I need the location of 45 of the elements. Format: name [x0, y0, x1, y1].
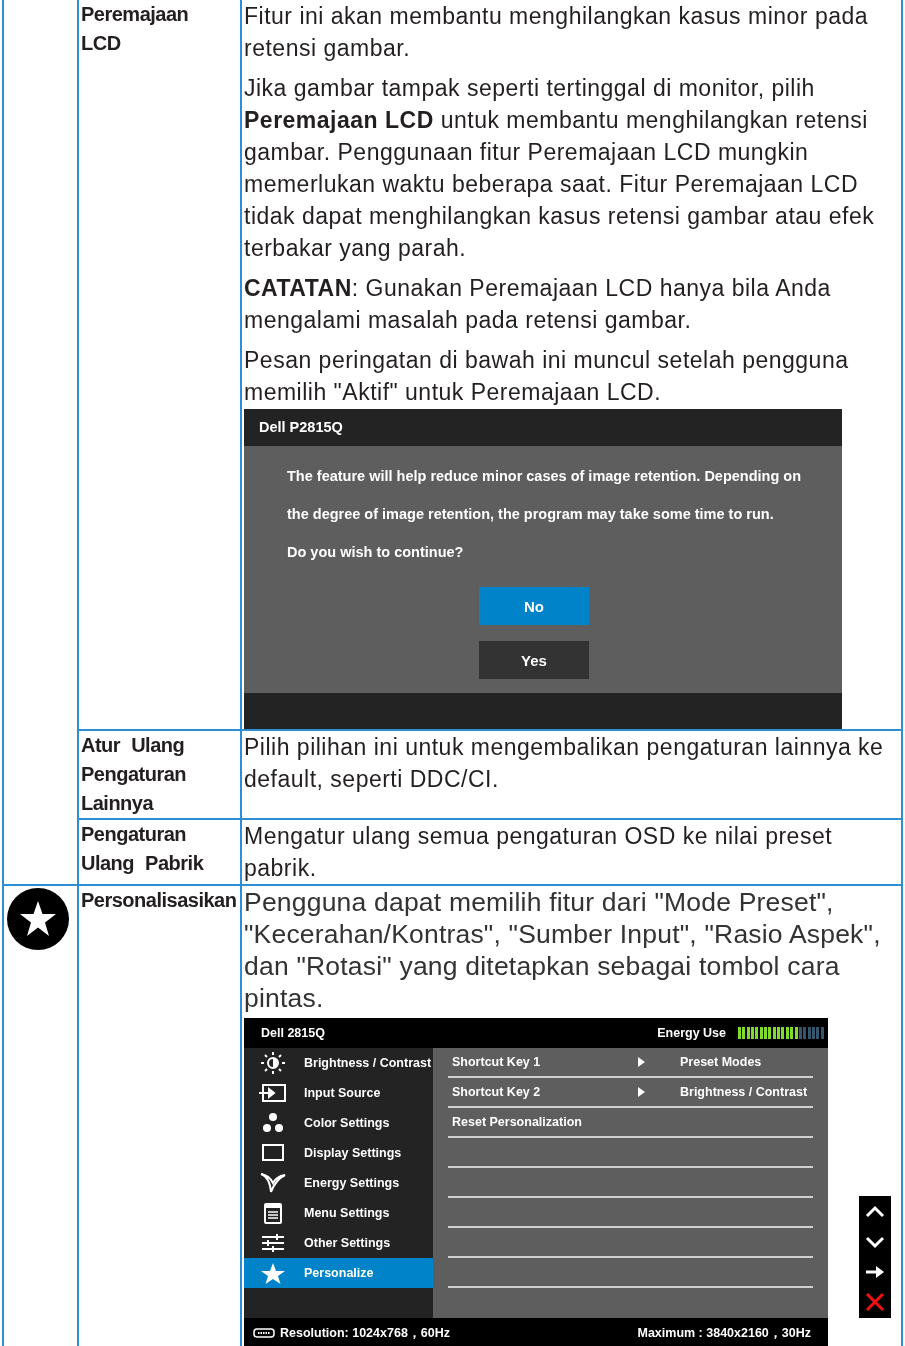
energy-use-label: Energy Use	[657, 1026, 726, 1040]
dialog-button[interactable]: No	[479, 587, 589, 625]
setting-label: Atur Ulang Pengaturan Lainnya	[80, 733, 188, 816]
osd-menu-item[interactable]: Menu Settings	[244, 1198, 433, 1228]
submenu-arrow-icon	[638, 1057, 646, 1067]
close-icon[interactable]	[864, 1291, 886, 1313]
setting-label: Peremajaan LCD	[80, 2, 190, 56]
description-text: Mengatur ulang semua pengaturan OSD ke nilai preset pabrik.	[244, 822, 834, 883]
option-row[interactable]: Shortcut Key 1 Preset Modes	[448, 1048, 813, 1078]
description-text: Jika gambar tampak seperti tertinggal di monitor, pilih Peremajaan LCD untuk membantu menghilangkan retensi gambar. Penggunaan fitur Peremajaan LCD mungkin memerlukan waktu beberapa saat. Fitur Peremajaan LCD tidak dapat menghilangkan kasus retensi gambar atau efek terbakar yang parah.	[244, 74, 876, 263]
setting-label: Personalisasikan	[80, 888, 238, 913]
option-value: Preset Modes	[680, 1055, 762, 1069]
osd-menu-item[interactable]: Energy Settings	[244, 1168, 433, 1198]
input-source-icon	[258, 1082, 288, 1104]
description-text: Pengguna dapat memilih fitur dari "Mode Preset", "Kecerahan/Kontras", "Sumber Input", "Rasio Aspek", dan "Rotasi" yang ditetapkan sebagai tombol cara pintas.	[244, 886, 882, 1014]
dialog-message: Do you wish to continue?	[287, 543, 464, 562]
description-text: Fitur ini akan membantu menghilangkan kasus minor pada retensi gambar.	[244, 2, 870, 63]
setting-label: Pengaturan Ulang Pabrik	[80, 822, 205, 876]
brightness-icon	[258, 1052, 288, 1074]
description-text: CATATAN: Gunakan Peremajaan LCD hanya bila Anda mengalami masalah pada retensi gambar.	[244, 274, 832, 335]
dialog-message: The feature will help reduce minor cases of image retention. Depending on	[287, 467, 802, 486]
option-row[interactable]: Shortcut Key 2 Brightness / Contrast	[448, 1078, 813, 1108]
description-text: Pesan peringatan di bawah ini muncul setelah pengguna memilih "Aktif" untuk Peremajaan LCD.	[244, 346, 850, 407]
description-text: Pilih pilihan ini untuk mengembalikan pengaturan lainnya ke default, seperti DDC/CI.	[244, 733, 885, 794]
submenu-arrow-icon	[638, 1087, 646, 1097]
resolution-text: Resolution: 1024x768，60Hz	[280, 1324, 450, 1342]
osd-menu-item[interactable]: Brightness / Contrast	[244, 1048, 433, 1078]
osd-menu-item[interactable]: Input Source	[244, 1078, 433, 1108]
option-label[interactable]: Reset Personalization	[452, 1115, 638, 1129]
osd-menu-item[interactable]: Personalize	[244, 1258, 433, 1288]
option-label[interactable]: Shortcut Key 1	[452, 1055, 638, 1069]
osd-menu-item[interactable]: Display Settings	[244, 1138, 433, 1168]
dialog-title: Dell P2815Q	[244, 409, 842, 446]
osd-title: Dell 2815Q	[261, 1026, 326, 1040]
option-label[interactable]: Shortcut Key 2	[452, 1085, 638, 1099]
osd-menu-item[interactable]: Color Settings	[244, 1108, 433, 1138]
connector-icon	[253, 1328, 275, 1338]
option-value: Brightness / Contrast	[680, 1085, 808, 1099]
dialog-button[interactable]: Yes	[479, 641, 589, 679]
star-circle-icon	[6, 887, 70, 951]
dialog-message: the degree of image retention, the program may take some time to run.	[287, 505, 774, 524]
osd-menu-item[interactable]: Other Settings	[244, 1228, 433, 1258]
maximum-resolution-text: Maximum : 3840x2160，30Hz	[637, 1324, 811, 1342]
option-row[interactable]: Reset Personalization	[448, 1108, 813, 1138]
leaf-icon	[258, 1172, 288, 1194]
